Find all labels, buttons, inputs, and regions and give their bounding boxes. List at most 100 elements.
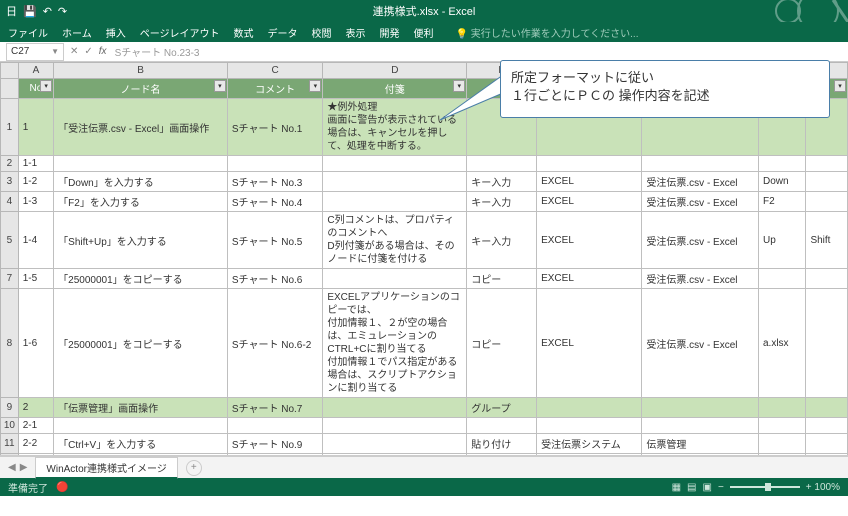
cell[interactable]: F2 (759, 192, 806, 212)
view-normal-icon[interactable]: ▦ (672, 482, 681, 493)
filter-icon[interactable]: ▾ (40, 80, 52, 92)
cell[interactable] (323, 418, 467, 434)
col-header[interactable]: B (54, 63, 228, 79)
cell[interactable] (467, 454, 537, 457)
undo-icon[interactable]: ↶ (43, 5, 52, 18)
redo-icon[interactable]: ↷ (58, 5, 67, 18)
view-pagebreak-icon[interactable]: ▣ (703, 482, 712, 493)
cancel-icon[interactable]: ✕ (70, 46, 78, 57)
cell[interactable]: 2 (18, 398, 53, 418)
cell[interactable] (323, 434, 467, 454)
filter-icon[interactable]: ▾ (214, 80, 226, 92)
cell[interactable] (537, 398, 642, 418)
filter-icon[interactable]: ▾ (309, 80, 321, 92)
cell[interactable] (759, 398, 806, 418)
sheet-nav-prev-icon[interactable]: ◀ (8, 462, 16, 473)
cell[interactable]: 受注伝票.csv - Excel (642, 192, 759, 212)
sheet-tab[interactable]: WinActor連携様式イメージ (35, 457, 177, 479)
cell[interactable] (759, 454, 806, 457)
cell[interactable] (759, 156, 806, 172)
cell[interactable]: Sチャート No.6 (227, 269, 322, 289)
cell[interactable]: 「受注伝票.csv - Excel」画面操作 (54, 99, 228, 156)
cell[interactable] (537, 418, 642, 434)
cell[interactable]: 伝票管理 (642, 434, 759, 454)
cell[interactable]: 1-2 (18, 172, 53, 192)
row-header[interactable]: 5 (1, 212, 19, 269)
cell[interactable]: 貼り付け (467, 434, 537, 454)
zoom-out-icon[interactable]: − (718, 482, 724, 493)
view-layout-icon[interactable]: ▤ (687, 482, 696, 493)
row-header[interactable]: 1 (1, 99, 19, 156)
cell[interactable]: キー入力 (467, 172, 537, 192)
tab-data[interactable]: データ (268, 25, 298, 40)
chevron-down-icon[interactable]: ▼ (51, 47, 59, 56)
cell[interactable] (54, 454, 228, 457)
cell[interactable]: 1-5 (18, 269, 53, 289)
cell[interactable] (54, 418, 228, 434)
tab-insert[interactable]: 挿入 (106, 25, 126, 40)
cell[interactable]: 1-1 (18, 156, 53, 172)
tab-benri[interactable]: 便利 (414, 25, 434, 40)
cell[interactable] (467, 156, 537, 172)
cell[interactable]: 1-4 (18, 212, 53, 269)
col-header[interactable]: C (227, 63, 322, 79)
cell[interactable]: Sチャート No.7 (227, 398, 322, 418)
cell[interactable]: 「F2」を入力する (54, 192, 228, 212)
cell[interactable] (806, 418, 848, 434)
cell[interactable] (642, 454, 759, 457)
cell[interactable]: 「25000001」をコピーする (54, 289, 228, 398)
cell[interactable] (467, 418, 537, 434)
cell[interactable] (537, 156, 642, 172)
row-header[interactable]: 7 (1, 269, 19, 289)
col-header[interactable]: A (18, 63, 53, 79)
enter-icon[interactable]: ✓ (84, 46, 92, 57)
cell[interactable]: 2-3 (18, 454, 53, 457)
cell[interactable]: Sチャート No.1 (227, 99, 322, 156)
cell[interactable]: 受注伝票.csv - Excel (642, 172, 759, 192)
col-header[interactable]: D (323, 63, 467, 79)
tab-home[interactable]: ホーム (62, 25, 92, 40)
tab-review[interactable]: 校閲 (312, 25, 332, 40)
cell[interactable] (323, 454, 467, 457)
cell[interactable]: Sチャート No.5 (227, 212, 322, 269)
cell[interactable] (227, 156, 322, 172)
tab-view[interactable]: 表示 (346, 25, 366, 40)
cell[interactable] (806, 434, 848, 454)
cell[interactable] (806, 269, 848, 289)
fx-icon[interactable]: fx (99, 46, 107, 57)
cell[interactable] (759, 418, 806, 434)
tell-me-input[interactable]: 💡 実行したい作業を入力してください... (456, 25, 639, 40)
cell[interactable]: Shift (806, 212, 848, 269)
cell[interactable]: EXCEL (537, 269, 642, 289)
cell[interactable] (759, 434, 806, 454)
cell[interactable] (806, 398, 848, 418)
row-header[interactable]: 11 (1, 434, 19, 454)
row-header[interactable]: 12 (1, 454, 19, 457)
cell[interactable]: 2-2 (18, 434, 53, 454)
row-header[interactable] (1, 79, 19, 99)
cell[interactable] (806, 156, 848, 172)
tab-formula[interactable]: 数式 (234, 25, 254, 40)
row-header[interactable]: 8 (1, 289, 19, 398)
cell[interactable]: EXCEL (537, 289, 642, 398)
cell[interactable] (806, 454, 848, 457)
cell[interactable]: コピー (467, 269, 537, 289)
row-header[interactable]: 2 (1, 156, 19, 172)
cell[interactable] (642, 418, 759, 434)
cell[interactable]: 受注伝票.csv - Excel (642, 289, 759, 398)
cell[interactable] (806, 172, 848, 192)
row-header[interactable]: 3 (1, 172, 19, 192)
table-header-cell[interactable]: 付箋▾ (323, 79, 467, 99)
cell[interactable] (806, 289, 848, 398)
cell[interactable]: 受注伝票.csv - Excel (642, 269, 759, 289)
cell[interactable]: 2-1 (18, 418, 53, 434)
cell[interactable]: Sチャート No.3 (227, 172, 322, 192)
row-header[interactable]: 9 (1, 398, 19, 418)
cell[interactable] (759, 269, 806, 289)
cell[interactable]: EXCELアプリケーションのコピーでは、 付加情報１、２が空の場合は、エミュレー… (323, 289, 467, 398)
cell[interactable]: キー入力 (467, 212, 537, 269)
cell[interactable]: Sチャート No.4 (227, 192, 322, 212)
cell[interactable]: 受注伝票.csv - Excel (642, 212, 759, 269)
cell[interactable]: Down (759, 172, 806, 192)
cell[interactable]: キー入力 (467, 192, 537, 212)
